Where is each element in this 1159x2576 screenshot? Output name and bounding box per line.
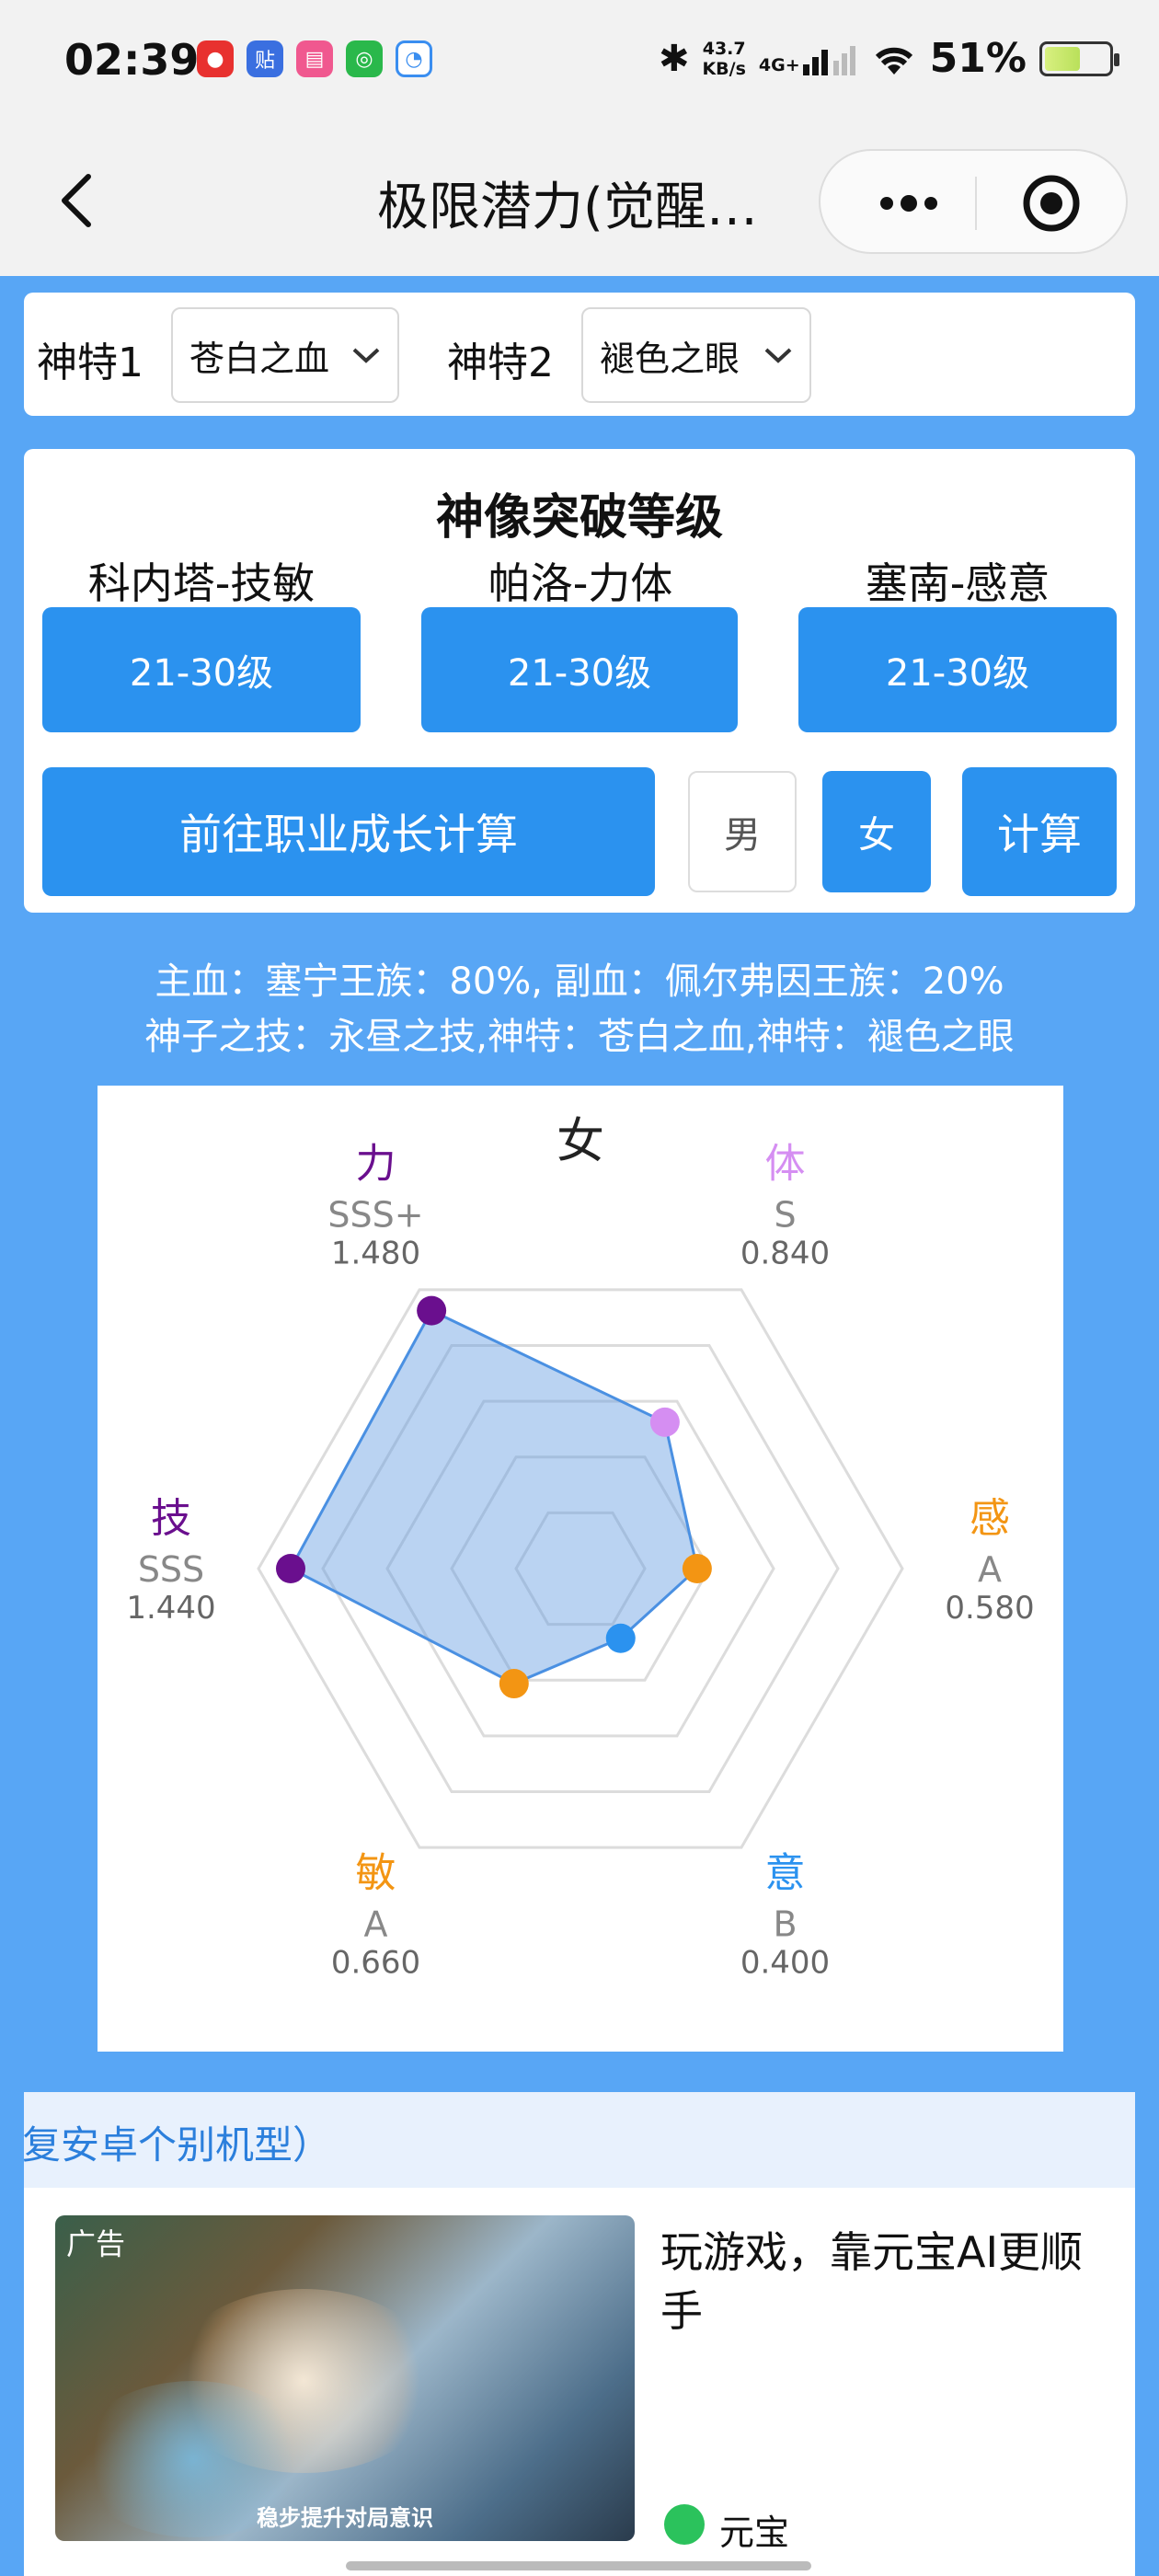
battery-percent: 51%: [929, 35, 1027, 82]
axis-grade: A: [364, 1903, 388, 1944]
status-app-icons: ● 贴 ▤ ◎ ◔: [197, 40, 432, 77]
ad-tag: 广告: [66, 2226, 126, 2261]
axis-name: 感: [970, 1495, 1010, 1542]
browser-icon: ◔: [396, 40, 432, 77]
ad-brand: 元宝: [719, 2513, 790, 2553]
capsule-divider: [975, 177, 977, 230]
female-button[interactable]: 女: [822, 771, 931, 892]
bloodline-info: 主血：塞宁王族：80%, 副血：佩尔弗因王族：20%: [155, 960, 1004, 1003]
weibo-icon: ●: [197, 40, 234, 77]
axis-name: 意: [765, 1849, 806, 1896]
status-bar: 02:39 ● 贴 ▤ ◎ ◔ ✱ 43.7 KB/s 4G+ 51%: [0, 0, 1159, 125]
trait2-label: 神特2: [447, 339, 554, 386]
battery-icon: [1039, 40, 1119, 76]
level-button-2[interactable]: 21-30级: [421, 607, 738, 732]
radar-area: [288, 1308, 699, 1685]
level-button-3[interactable]: 21-30级: [798, 607, 1117, 732]
radar-chart: 力SSS+1.480体S0.840感A0.580意B0.400敏A0.660技S…: [126, 1114, 1034, 1981]
skill-info: 神子之技：永昼之技,神特：苍白之血,神特：褪色之眼: [144, 1016, 1015, 1058]
axis-value: 1.480: [331, 1236, 420, 1272]
radar-point[interactable]: [649, 1407, 680, 1437]
axis-value: 0.400: [740, 1944, 830, 1981]
trait2-select[interactable]: 褪色之眼: [581, 307, 811, 403]
column-label-1: 科内塔-技敏: [87, 558, 316, 608]
axis-grade: SSS: [138, 1549, 204, 1590]
net-speed: 43.7 KB/s: [702, 39, 745, 79]
ad-title[interactable]: 玩游戏，靠元宝AI更顺手: [660, 2223, 1111, 2340]
wifi-icon: [875, 47, 912, 75]
chevron-down-icon: [764, 348, 792, 363]
axis-value: 1.440: [126, 1590, 215, 1627]
ad-image[interactable]: 广告 稳步提升对局意识: [55, 2215, 635, 2541]
breakthrough-title: 神像突破等级: [435, 490, 723, 546]
breakthrough-panel: 神像突破等级 科内塔-技敏 帕洛-力体 塞南-感意 21-30级 21-30级 …: [24, 449, 1135, 913]
back-icon[interactable]: [52, 171, 107, 230]
column-label-2: 帕洛-力体: [488, 558, 673, 608]
axis-grade: B: [773, 1903, 797, 1944]
chevron-down-icon: [352, 348, 380, 363]
target-icon[interactable]: [1021, 173, 1082, 234]
wechat-icon: ◎: [346, 40, 383, 77]
more-icon[interactable]: [872, 178, 946, 228]
axis-grade: S: [774, 1195, 796, 1236]
net-speed-unit: KB/s: [702, 58, 746, 79]
home-indicator: [346, 2561, 811, 2570]
net-speed-value: 43.7: [702, 38, 746, 59]
axis-name: 体: [765, 1141, 806, 1188]
column-label-3: 塞南-感意: [865, 558, 1050, 608]
male-button[interactable]: 男: [688, 771, 797, 892]
trait1-value: 苍白之血: [189, 338, 330, 379]
axis-name: 力: [356, 1141, 396, 1188]
trait2-value: 褪色之眼: [600, 338, 740, 379]
nav-bar: 极限潜力(觉醒…: [0, 125, 1159, 276]
calculate-button[interactable]: 计算: [962, 767, 1117, 896]
axis-value: 0.840: [740, 1236, 830, 1272]
status-right: ✱ 43.7 KB/s 4G+ 51%: [658, 35, 1119, 82]
axis-grade: A: [978, 1549, 1002, 1590]
axis-name: 敏: [356, 1849, 396, 1896]
mini-program-capsule: [819, 149, 1128, 254]
axis-name: 技: [151, 1495, 191, 1542]
chart-title: 女: [557, 1114, 604, 1169]
notice-banner: 复安卓个别机型）: [24, 2092, 1135, 2188]
tieba-icon: 贴: [247, 40, 283, 77]
yuanbao-logo-icon: [664, 2504, 705, 2545]
ad-caption: 稳步提升对局意识: [257, 2505, 433, 2531]
radar-chart-card: 力 SSS+ 1.480 体 S 0.840 感 A 0.580 意 B 0.400 敏 A 0.660 技 S…: [98, 1086, 1063, 2052]
notice-text: 复安卓个别机型）: [24, 2122, 332, 2168]
career-growth-button[interactable]: 前往职业成长计算: [42, 767, 655, 896]
axis-value: 0.580: [945, 1590, 1034, 1627]
trait1-select[interactable]: 苍白之血: [171, 307, 399, 403]
radar-point[interactable]: [276, 1554, 305, 1583]
radar-point[interactable]: [417, 1295, 447, 1326]
level-button-1[interactable]: 21-30级: [42, 607, 361, 732]
radar-point[interactable]: [682, 1554, 712, 1583]
trait-selector-panel: 神特1 苍白之血 神特2 褪色之眼: [24, 293, 1135, 416]
network-type: 4G+: [758, 54, 800, 75]
bluetooth-icon: ✱: [658, 37, 690, 80]
ad-card[interactable]: 广告 稳步提升对局意识 玩游戏，靠元宝AI更顺手 元宝: [24, 2188, 1135, 2576]
radar-point[interactable]: [499, 1669, 529, 1699]
axis-grade: SSS+: [327, 1195, 423, 1236]
page-title: 极限潜力(觉醒…: [377, 178, 758, 237]
bilibili-icon: ▤: [296, 40, 333, 77]
axis-value: 0.660: [331, 1944, 420, 1981]
trait1-label: 神特1: [37, 339, 143, 386]
signal-icon: 4G+: [759, 42, 858, 75]
status-time: 02:39: [64, 35, 200, 85]
radar-point[interactable]: [605, 1623, 636, 1653]
